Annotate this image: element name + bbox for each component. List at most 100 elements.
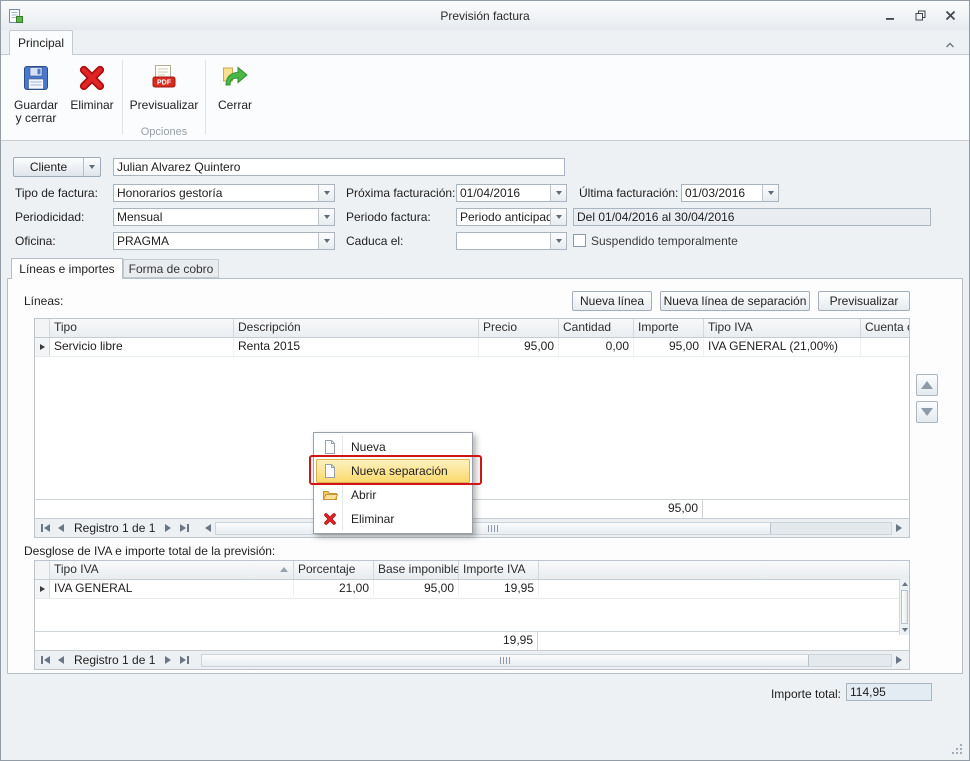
previsualizar-label: Previsualizar (130, 99, 199, 112)
column-header-tipo-iva[interactable]: Tipo IVA (704, 319, 861, 337)
resize-grip[interactable] (950, 742, 963, 755)
menu-item-eliminar[interactable]: Eliminar (316, 507, 470, 531)
lineas-grid-row[interactable]: Servicio libre Renta 2015 95,00 0,00 95,… (35, 338, 909, 357)
proxima-facturacion-datepicker[interactable]: 01/04/2016 (456, 184, 567, 202)
guardar-y-cerrar-button[interactable]: Guardar y cerrar (7, 58, 65, 128)
menu-item-nueva-separacion[interactable]: Nueva separación (316, 459, 470, 483)
desglose-iva-label: Desglose de IVA e importe total de la pr… (24, 542, 275, 560)
cerrar-label: Cerrar (218, 99, 252, 112)
minimize-button[interactable] (883, 9, 897, 22)
cliente-input[interactable]: Julian Alvarez Quintero (113, 158, 565, 176)
dropdown-button[interactable] (318, 233, 334, 249)
scroll-up-button[interactable] (900, 579, 909, 589)
scrollbar-thumb[interactable] (202, 655, 809, 666)
dropdown-button[interactable] (318, 209, 334, 225)
suspendido-checkbox[interactable] (573, 234, 586, 247)
context-menu: Nueva Nueva separación Abrir (313, 432, 473, 534)
menu-item-abrir[interactable]: Abrir (316, 483, 470, 507)
prev-record-button[interactable] (54, 653, 68, 667)
tipo-factura-combobox[interactable]: Honorarios gestoría (113, 184, 335, 202)
column-header-cantidad[interactable]: Cantidad (559, 319, 634, 337)
cliente-button[interactable]: Cliente (13, 157, 101, 177)
column-header-importe-iva[interactable]: Importe IVA (459, 561, 539, 579)
chevron-down-icon (324, 239, 330, 243)
next-record-button[interactable] (161, 521, 175, 535)
record-counter: Registro 1 de 1 (70, 653, 159, 667)
periodo-factura-label: Periodo factura: (346, 208, 431, 226)
cell-importe-iva: 19,95 (459, 580, 539, 598)
close-button[interactable] (943, 9, 957, 22)
summary-importe-iva-value: 19,95 (458, 632, 538, 650)
scrollbar-track[interactable] (201, 654, 892, 667)
sort-ascending-icon (280, 567, 288, 572)
menu-item-nueva[interactable]: Nueva (316, 435, 470, 459)
scroll-down-button[interactable] (900, 625, 909, 635)
scroll-left-button[interactable] (201, 521, 215, 535)
row-indicator (35, 338, 50, 356)
horizontal-scrollbar[interactable] (201, 653, 906, 667)
scrollbar-thumb[interactable] (216, 523, 770, 534)
eliminar-button[interactable]: Eliminar (65, 58, 119, 115)
open-folder-icon (317, 487, 343, 503)
column-header-porcentaje[interactable]: Porcentaje (294, 561, 374, 579)
previsualizar-lineas-button[interactable]: Previsualizar (818, 291, 910, 311)
first-record-button[interactable] (38, 653, 52, 667)
scrollbar-thumb[interactable] (901, 590, 908, 624)
cliente-dropdown-button[interactable] (83, 158, 100, 176)
cerrar-button[interactable]: Cerrar (209, 58, 261, 115)
restore-button[interactable] (913, 9, 927, 22)
horizontal-scrollbar[interactable] (201, 521, 906, 535)
vertical-scrollbar[interactable] (899, 579, 909, 635)
last-record-button[interactable] (177, 653, 191, 667)
move-line-down-button[interactable] (916, 401, 938, 423)
ultima-facturacion-datepicker[interactable]: 01/03/2016 (681, 184, 779, 202)
column-header-tipo[interactable]: Tipo (50, 319, 234, 337)
dropdown-button[interactable] (550, 233, 566, 249)
iva-grid: Tipo IVA Porcentaje Base imponible Impor… (34, 560, 910, 670)
new-document-icon (317, 439, 343, 455)
suspendido-label: Suspendido temporalmente (591, 232, 738, 250)
ribbon-collapse-icon[interactable] (945, 38, 955, 52)
column-header-importe[interactable]: Importe (634, 319, 704, 337)
column-header-tipo-iva[interactable]: Tipo IVA (50, 561, 294, 579)
periodo-factura-combobox[interactable]: Periodo anticipado (456, 208, 567, 226)
next-record-button[interactable] (161, 653, 175, 667)
scroll-right-button[interactable] (892, 653, 906, 667)
prev-record-button[interactable] (54, 521, 68, 535)
dropdown-button[interactable] (762, 185, 778, 201)
nueva-linea-button[interactable]: Nueva línea (572, 291, 652, 311)
iva-grid-row[interactable]: IVA GENERAL 21,00 95,00 19,95 (35, 580, 909, 599)
tab-forma-de-cobro[interactable]: Forma de cobro (123, 259, 219, 278)
cell-filler (539, 580, 909, 598)
prevision-factura-window: Previsión factura Principal (0, 0, 970, 761)
dropdown-button[interactable] (550, 185, 566, 201)
caduca-el-datepicker[interactable] (456, 232, 567, 250)
ribbon-separator (122, 60, 123, 135)
dropdown-button[interactable] (318, 185, 334, 201)
column-header-precio[interactable]: Precio (479, 319, 559, 337)
down-arrow-icon (921, 408, 933, 416)
move-line-up-button[interactable] (916, 374, 938, 396)
caduca-el-label: Caduca el: (346, 232, 403, 250)
periodicidad-label: Periodicidad: (15, 208, 84, 226)
last-record-button[interactable] (177, 521, 191, 535)
cell-base-imponible: 95,00 (374, 580, 459, 598)
periodicidad-combobox[interactable]: Mensual (113, 208, 335, 226)
first-record-button[interactable] (38, 521, 52, 535)
ribbon: Guardar y cerrar Eliminar (1, 55, 969, 141)
dropdown-button[interactable] (550, 209, 566, 225)
column-header-base-imponible[interactable]: Base imponible (374, 561, 459, 579)
previsualizar-button[interactable]: PDF Previsualizar (126, 58, 202, 115)
row-indicator (35, 580, 50, 598)
tab-lineas-e-importes[interactable]: Líneas e importes (11, 258, 123, 279)
column-header-descripcion[interactable]: Descripción (234, 319, 479, 337)
scroll-right-button[interactable] (892, 521, 906, 535)
nueva-linea-separacion-button[interactable]: Nueva línea de separación (660, 291, 810, 311)
tab-principal[interactable]: Principal (9, 30, 73, 55)
oficina-combobox[interactable]: PRAGMA (113, 232, 335, 250)
column-header-cuenta-con[interactable]: Cuenta con (861, 319, 909, 337)
chevron-down-icon (556, 239, 562, 243)
cell-descripcion: Renta 2015 (234, 338, 479, 356)
importe-total-field: 114,95 (846, 683, 932, 701)
delete-x-icon (317, 512, 343, 526)
